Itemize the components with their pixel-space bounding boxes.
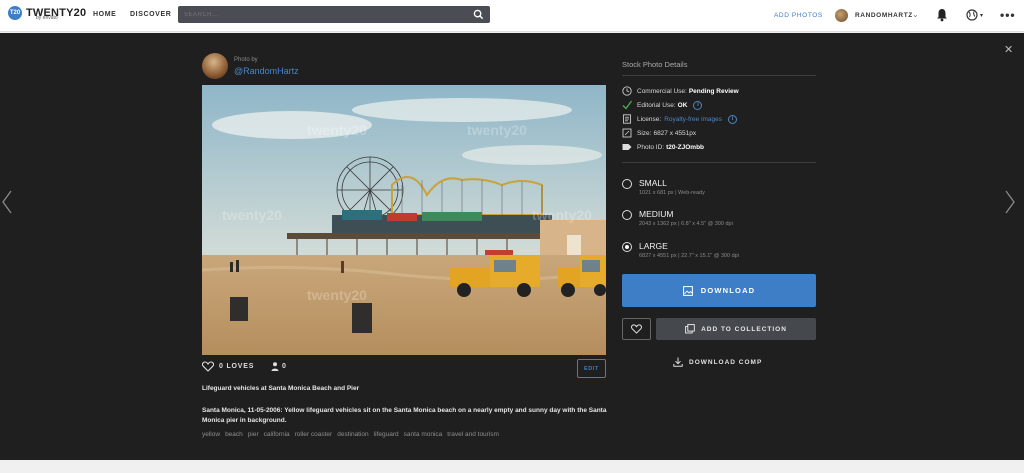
photo-watermark: twenty20 bbox=[307, 122, 367, 138]
tag-link[interactable]: yellow bbox=[202, 431, 220, 438]
tag-icon bbox=[622, 144, 632, 150]
info-icon[interactable]: i bbox=[728, 114, 738, 124]
tag-link[interactable]: california bbox=[264, 431, 290, 438]
collection-icon bbox=[685, 324, 695, 334]
person-icon bbox=[271, 362, 279, 371]
document-icon bbox=[623, 114, 631, 124]
language-caret-icon[interactable]: ▾ bbox=[980, 12, 983, 19]
image-icon bbox=[682, 285, 693, 296]
user-avatar[interactable] bbox=[835, 9, 848, 22]
add-to-collection-button[interactable]: ADD TO COLLECTION bbox=[656, 318, 816, 340]
size-meta: 6827 x 4551 px | 22.7" x 15.1" @ 300 dpi bbox=[639, 253, 739, 259]
heart-icon[interactable] bbox=[202, 361, 214, 372]
logo-subtitle: by envato bbox=[36, 15, 58, 21]
nav-discover-link[interactable]: DISCOVER bbox=[130, 11, 171, 18]
size-name: MEDIUM bbox=[639, 209, 674, 219]
add-photos-link[interactable]: ADD PHOTOS bbox=[774, 12, 823, 19]
more-options-icon[interactable]: ••• bbox=[1000, 8, 1016, 22]
details-heading: Stock Photo Details bbox=[622, 60, 688, 69]
add-to-collection-label: ADD TO COLLECTION bbox=[701, 325, 787, 333]
tag-link[interactable]: destination bbox=[337, 431, 368, 438]
logo-mark-icon: T20 bbox=[8, 6, 22, 20]
top-nav-bar: T20 TWENTY20 by envato HOME DISCOVER ADD… bbox=[0, 0, 1024, 32]
tag-link[interactable]: lifeguard bbox=[374, 431, 399, 438]
download-button[interactable]: DOWNLOAD bbox=[622, 274, 816, 307]
editorial-use-label: Editorial Use: bbox=[637, 101, 676, 109]
commercial-use-label: Commercial Use: bbox=[637, 87, 687, 95]
commercial-use-value: Pending Review bbox=[688, 87, 739, 95]
photo-watermark: twenty20 bbox=[222, 207, 282, 223]
info-icon[interactable]: i bbox=[693, 100, 703, 110]
bell-icon[interactable] bbox=[936, 8, 948, 22]
license-row: License: Royalty-free images i bbox=[622, 114, 738, 124]
photo-description: Santa Monica, 11-05-2006: Yellow lifegua… bbox=[202, 407, 607, 424]
tag-list: yellow beach pier california roller coas… bbox=[202, 431, 499, 438]
commercial-use-row: Commercial Use: Pending Review bbox=[622, 86, 739, 96]
tag-link[interactable]: roller coaster bbox=[295, 431, 333, 438]
photo-id-value: t20-ZJOmbb bbox=[666, 143, 705, 151]
download-icon bbox=[673, 357, 683, 367]
photo-title: Lifeguard vehicles at Santa Monica Beach… bbox=[202, 385, 360, 392]
photo-id-label: Photo ID: bbox=[637, 143, 665, 151]
loves-count: 0 LOVES bbox=[219, 363, 255, 370]
next-photo-arrow-icon[interactable] bbox=[1004, 189, 1016, 215]
download-comp-label: DOWNLOAD COMP bbox=[689, 358, 763, 366]
photo-watermark: twenty20 bbox=[532, 207, 592, 223]
size-name: SMALL bbox=[639, 178, 667, 188]
size-value: 6827 x 4551px bbox=[653, 129, 697, 137]
tag-link[interactable]: santa monica bbox=[404, 431, 443, 438]
size-label: Size: bbox=[637, 129, 652, 137]
author-avatar[interactable] bbox=[202, 53, 228, 79]
page-footer-strip bbox=[0, 460, 1024, 473]
chevron-down-icon[interactable]: ⌄ bbox=[912, 10, 919, 19]
radio-button-selected[interactable] bbox=[622, 242, 632, 252]
download-comp-button[interactable]: DOWNLOAD COMP bbox=[673, 357, 762, 367]
people-count: 0 bbox=[282, 363, 286, 370]
radio-button[interactable] bbox=[622, 179, 632, 189]
photo-watermark: twenty20 bbox=[467, 122, 527, 138]
tag-link[interactable]: pier bbox=[248, 431, 259, 438]
editorial-use-row: Editorial Use: OK i bbox=[622, 100, 703, 110]
divider bbox=[622, 75, 816, 76]
close-icon[interactable]: ✕ bbox=[1004, 43, 1013, 56]
love-button[interactable] bbox=[622, 318, 651, 340]
check-icon bbox=[622, 100, 632, 110]
username-menu[interactable]: RANDOMHARTZ bbox=[855, 12, 913, 19]
search-icon[interactable] bbox=[473, 9, 484, 20]
resize-icon bbox=[622, 128, 632, 138]
tag-link[interactable]: beach bbox=[225, 431, 243, 438]
radio-button[interactable] bbox=[622, 210, 632, 220]
search-input[interactable] bbox=[178, 6, 468, 23]
edit-button[interactable]: EDIT bbox=[577, 359, 606, 378]
license-link[interactable]: Royalty-free images bbox=[664, 116, 722, 123]
photo-by-label: Photo by bbox=[234, 57, 258, 63]
clock-icon bbox=[622, 86, 632, 96]
stock-photo[interactable]: twenty20 twenty20 twenty20 twenty20 twen… bbox=[202, 85, 606, 355]
photo-detail-modal: ✕ Photo by @RandomHartz twenty20 twenty2… bbox=[0, 33, 1024, 460]
download-label: DOWNLOAD bbox=[700, 286, 756, 295]
size-name: LARGE bbox=[639, 241, 668, 251]
size-meta: 1021 x 681 px | Web-ready bbox=[639, 190, 705, 196]
author-name-link[interactable]: @RandomHartz bbox=[234, 66, 299, 76]
photo-watermark: twenty20 bbox=[307, 287, 367, 303]
globe-icon[interactable] bbox=[966, 9, 978, 21]
size-row: Size: 6827 x 4551px bbox=[622, 128, 696, 138]
editorial-use-value: OK bbox=[677, 101, 688, 109]
photo-id-row: Photo ID: t20-ZJOmbb bbox=[622, 142, 704, 152]
heart-icon bbox=[631, 324, 642, 334]
license-label: License: bbox=[637, 115, 662, 123]
search-bar[interactable] bbox=[178, 6, 490, 23]
previous-photo-arrow-icon[interactable] bbox=[1, 189, 13, 215]
nav-home-link[interactable]: HOME bbox=[93, 11, 116, 18]
tag-link[interactable]: travel and tourism bbox=[447, 431, 499, 438]
divider bbox=[622, 162, 816, 163]
size-meta: 2043 x 1362 px | 6.8" x 4.5" @ 300 dpi bbox=[639, 221, 733, 227]
